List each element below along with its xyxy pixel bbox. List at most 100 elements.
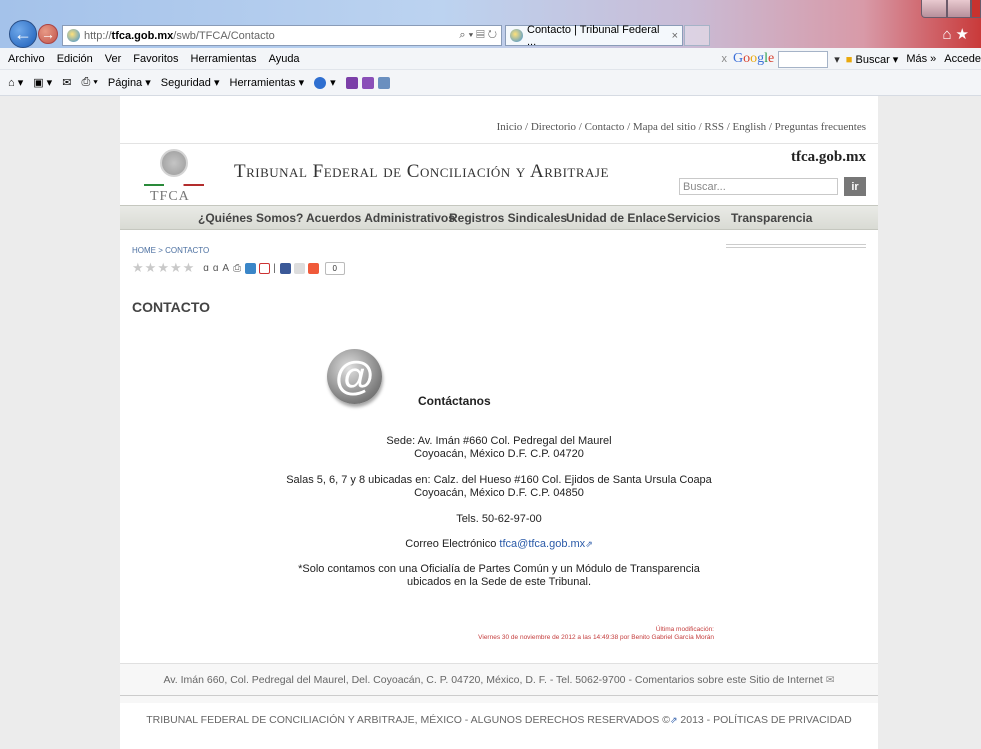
at-sign-icon: @: [327, 349, 382, 404]
minimize-button[interactable]: [921, 0, 947, 18]
google-more-button[interactable]: Más »: [906, 53, 936, 65]
sede-line-1: Sede: Av. Imán #660 Col. Pedregal del Ma…: [386, 435, 612, 447]
research-icon[interactable]: [377, 76, 390, 89]
nav-registros[interactable]: Registros Sindicales: [449, 211, 567, 225]
page-heading: CONTACTO: [132, 299, 211, 315]
email-label: Correo Electrónico: [405, 538, 497, 550]
help-icon[interactable]: ▾: [314, 76, 336, 90]
print-page-icon[interactable]: ⎙: [233, 263, 241, 274]
google-toolbar-close[interactable]: x: [722, 53, 728, 65]
flag-stripe: [144, 184, 204, 186]
menu-ayuda[interactable]: Ayuda: [269, 53, 300, 65]
breadcrumb[interactable]: HOME > CONTACTO: [132, 246, 209, 255]
onenote-linked-icon[interactable]: [361, 76, 374, 89]
mail-envelope-icon[interactable]: ✉: [826, 674, 835, 686]
menu-favoritos[interactable]: Favoritos: [133, 53, 178, 65]
back-button[interactable]: ←: [9, 20, 37, 48]
font-larger-icon[interactable]: A: [222, 263, 229, 274]
font-normal-icon[interactable]: ɑ: [213, 263, 219, 274]
cmd-herramientas[interactable]: Herramientas ▾: [230, 76, 305, 89]
email-link[interactable]: tfca@tfca.gob.mx: [499, 538, 585, 550]
google-search-button[interactable]: ■ Buscar ▾: [846, 53, 899, 66]
cmd-pagina[interactable]: Página ▾: [108, 76, 151, 89]
menu-ver[interactable]: Ver: [105, 53, 122, 65]
maximize-button[interactable]: [947, 0, 971, 18]
nav-servicios[interactable]: Servicios: [667, 211, 720, 225]
salas-line-1: Salas 5, 6, 7 y 8 ubicadas en: Calz. del…: [286, 474, 712, 486]
mail-icon[interactable]: ✉: [62, 76, 71, 89]
email-share-icon[interactable]: [293, 262, 305, 274]
national-seal-icon: [160, 149, 188, 177]
command-bar: ⌂ ▾ ▣ ▾ ✉ ⎙ ▾ Página ▾ Seguridad ▾ Herra…: [0, 70, 981, 96]
forward-button[interactable]: →: [38, 24, 58, 44]
window-controls: [921, 0, 981, 18]
rating-star-icon[interactable]: ★: [157, 260, 169, 276]
phone-numbers: Tels. 50-62-97-00: [456, 513, 542, 525]
rights-text[interactable]: TRIBUNAL FEDERAL DE CONCILIACIÓN Y ARBIT…: [146, 714, 670, 726]
external-link-icon: ⇗: [669, 715, 678, 725]
nav-unidad-enlace[interactable]: Unidad de Enlace: [566, 211, 666, 225]
tab-contacto[interactable]: Contacto | Tribunal Federal ... ×: [505, 23, 683, 48]
home-icon[interactable]: ⌂ ▾: [8, 76, 23, 89]
feeds-icon[interactable]: ▣ ▾: [33, 76, 52, 89]
salas-line-2: Coyoacán, México D.F. C.P. 04850: [414, 487, 584, 499]
sede-line-2: Coyoacán, México D.F. C.P. 04720: [414, 448, 584, 460]
footer-rights: TRIBUNAL FEDERAL DE CONCILIACIÓN Y ARBIT…: [120, 714, 878, 726]
address-bar[interactable]: http://tfca.gob.mx/swb/TFCA/Contacto ⌕ ▾…: [62, 25, 502, 46]
main-nav: ¿Quiénes Somos? Acuerdos Administrativos…: [120, 205, 878, 230]
site-search-input[interactable]: Buscar...: [679, 178, 838, 195]
tfca-logo[interactable]: TFCA: [150, 189, 190, 205]
cmd-seguridad[interactable]: Seguridad ▾: [161, 76, 220, 89]
nav-transparencia[interactable]: Transparencia: [731, 211, 812, 225]
menu-edicion[interactable]: Edición: [57, 53, 93, 65]
menu-herramientas[interactable]: Herramientas: [191, 53, 257, 65]
contact-title: Contáctanos: [418, 394, 491, 408]
office-note: *Solo contamos con una Oficialía de Part…: [120, 563, 878, 589]
onenote-icon[interactable]: [345, 76, 358, 89]
footer-divider: [120, 695, 878, 696]
external-link-icon: ⇗: [585, 539, 593, 549]
menu-archivo[interactable]: Archivo: [8, 53, 45, 65]
rating-star-icon[interactable]: ★: [183, 260, 195, 276]
rating-star-icon[interactable]: ★: [170, 260, 182, 276]
nav-quienes-somos[interactable]: ¿Quiénes Somos?: [198, 211, 303, 225]
rating-star-icon[interactable]: ★: [132, 260, 144, 276]
site-search-button[interactable]: ir: [844, 177, 866, 196]
back-arrow-icon: ←: [14, 23, 32, 44]
new-tab-button[interactable]: [684, 25, 710, 46]
rights-year-privacy[interactable]: 2013 - POLÍTICAS DE PRIVACIDAD: [680, 714, 851, 726]
top-links[interactable]: Inicio / Directorio / Contacto / Mapa de…: [497, 121, 866, 133]
font-smaller-icon[interactable]: ɑ: [203, 263, 209, 274]
sede-address: Sede: Av. Imán #660 Col. Pedregal del Ma…: [120, 435, 878, 461]
site-header: TFCA Tribunal Federal de Conciliación y …: [120, 143, 878, 205]
google-logo: Google: [733, 51, 775, 66]
last-modified: Última modificación: Viernes 30 de novie…: [478, 626, 714, 642]
share-count: 0: [324, 261, 345, 275]
web-page: Inicio / Directorio / Contacto / Mapa de…: [120, 96, 878, 749]
twitter-icon[interactable]: [245, 262, 257, 274]
nav-acuerdos[interactable]: Acuerdos Administrativos: [306, 211, 455, 225]
tab-close-icon[interactable]: ×: [672, 30, 678, 42]
google-buscar-icon: ■: [845, 53, 853, 66]
google-access-link[interactable]: Accede: [944, 53, 981, 65]
print-icon[interactable]: ⎙ ▾: [81, 76, 97, 89]
google-dropdown-icon[interactable]: ▾: [834, 53, 840, 66]
salas-address: Salas 5, 6, 7 y 8 ubicadas en: Calz. del…: [120, 474, 878, 500]
forward-arrow-icon: →: [41, 26, 55, 42]
google-search-input[interactable]: [778, 50, 829, 68]
page-tools: ★ ★ ★ ★ ★ ɑ ɑ A ⎙ | 0: [132, 260, 345, 276]
last-modified-label: Última modificación:: [655, 626, 714, 633]
note-line-2: ubicados en la Sede de este Tribunal.: [406, 576, 592, 588]
gmail-icon[interactable]: [259, 262, 271, 274]
close-window-button[interactable]: [971, 0, 981, 18]
address-path: /swb/TFCA/Contacto: [173, 29, 275, 42]
rating-star-icon[interactable]: ★: [145, 260, 157, 276]
browser-title-bar: ← → http://tfca.gob.mx/swb/TFCA/Contacto…: [0, 0, 981, 48]
tab-title: Contacto | Tribunal Federal ...: [527, 23, 660, 48]
facebook-icon[interactable]: [279, 262, 291, 274]
addthis-icon[interactable]: [307, 262, 319, 274]
address-search-refresh-icons[interactable]: ⌕ ▾ ▤ ↻: [459, 29, 497, 42]
last-modified-text: Viernes 30 de noviembre de 2012 a las 14…: [478, 634, 714, 641]
home-favorites-icons[interactable]: ⌂★: [942, 25, 973, 43]
google-search-label: Buscar: [855, 53, 890, 66]
